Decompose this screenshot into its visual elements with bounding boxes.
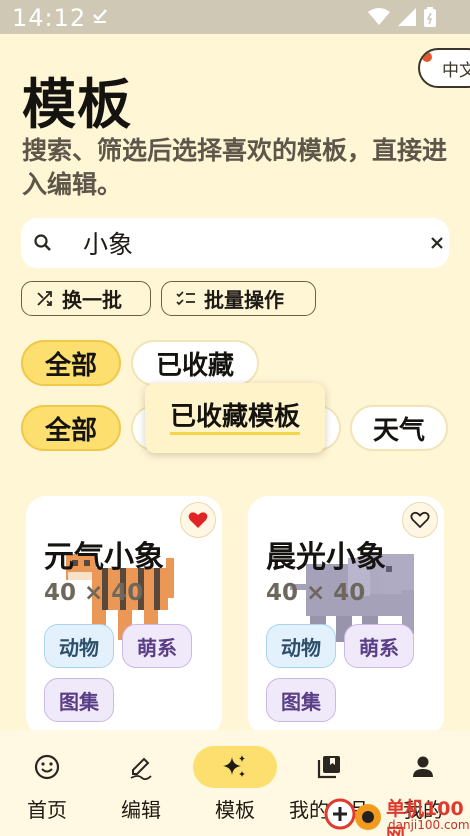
battery-icon — [424, 7, 436, 31]
tag-atlas[interactable]: 图集 — [44, 678, 114, 722]
nav-label: 我的 — [403, 798, 443, 822]
page-subtitle: 搜索、筛选后选择喜欢的模板，直接进入编辑。 — [22, 136, 448, 199]
nav-edit[interactable]: 编辑 — [94, 730, 188, 836]
search-input[interactable] — [83, 226, 403, 260]
tag-label: 动物 — [281, 635, 321, 660]
sparkle-icon — [193, 746, 277, 788]
tag-label: 动物 — [59, 635, 99, 660]
shuffle-icon — [36, 290, 54, 308]
chip-label: 天气 — [372, 415, 425, 446]
chip-label: 已收藏 — [155, 350, 234, 381]
template-card[interactable]: 元气小象 40 × 40 动物 萌系 图集 — [26, 496, 222, 736]
tag-animal[interactable]: 动物 — [44, 624, 114, 668]
tag-cute[interactable]: 萌系 — [344, 624, 414, 668]
status-time: 14:12 — [12, 4, 87, 32]
nav-templates[interactable]: 模板 — [188, 730, 282, 836]
filter-favorited[interactable]: 已收藏 — [131, 340, 259, 386]
status-icons — [368, 7, 436, 31]
favorite-button[interactable] — [402, 502, 438, 538]
language-label: 中文 — [442, 60, 470, 81]
tag-label: 图集 — [281, 689, 321, 714]
search-icon — [33, 233, 53, 257]
filter-weather[interactable]: 天气 — [350, 405, 448, 451]
tag-label: 图集 — [59, 689, 99, 714]
batch-operation-label: 批量操作 — [204, 288, 284, 312]
nav-label: 模板 — [215, 798, 255, 822]
checklist-icon — [176, 290, 196, 308]
batch-operation-button[interactable]: 批量操作 — [161, 281, 316, 316]
clear-icon[interactable] — [427, 233, 447, 257]
card-size: 40 × 40 — [44, 580, 144, 606]
card-title: 元气小象 — [44, 540, 164, 575]
filter-all-categories[interactable]: 全部 — [21, 405, 121, 451]
smile-icon — [5, 746, 89, 788]
person-icon — [381, 746, 465, 788]
nav-label: 我的作品 — [289, 798, 369, 822]
favorite-button[interactable] — [180, 502, 216, 538]
heart-filled-icon — [188, 512, 208, 528]
template-card[interactable]: 晨光小象 40 × 40 动物 萌系 图集 — [248, 496, 444, 736]
notification-dot — [422, 52, 432, 62]
wifi-icon — [368, 8, 390, 30]
nav-label: 编辑 — [121, 798, 161, 822]
filter-all-favorites[interactable]: 全部 — [21, 340, 121, 386]
nav-label: 首页 — [27, 798, 67, 822]
search-box[interactable] — [21, 218, 449, 268]
edit-pen-icon — [99, 746, 183, 788]
tag-atlas[interactable]: 图集 — [266, 678, 336, 722]
shuffle-label: 换一批 — [62, 288, 122, 312]
tag-label: 萌系 — [359, 635, 399, 660]
page-title: 模板 — [22, 73, 132, 136]
tooltip: 已收藏模板 — [145, 383, 325, 453]
chip-label: 全部 — [44, 350, 97, 381]
chip-label: 全部 — [44, 415, 97, 446]
tag-cute[interactable]: 萌系 — [122, 624, 192, 668]
tooltip-text: 已收藏模板 — [169, 402, 300, 435]
bottom-navigation: 首页 编辑 模板 我的作品 我的 — [0, 730, 470, 836]
status-bar: 14:12 — [0, 0, 470, 34]
card-title: 晨光小象 — [266, 540, 386, 575]
nav-profile[interactable]: 我的 — [376, 730, 470, 836]
download-done-icon — [92, 7, 108, 27]
tag-animal[interactable]: 动物 — [266, 624, 336, 668]
cellular-icon — [398, 8, 416, 30]
library-icon — [287, 746, 371, 788]
nav-home[interactable]: 首页 — [0, 730, 94, 836]
heart-outline-icon — [410, 511, 430, 529]
tag-label: 萌系 — [137, 635, 177, 660]
language-toggle[interactable]: 中文 — [418, 48, 470, 88]
shuffle-button[interactable]: 换一批 — [21, 281, 151, 316]
nav-my-works[interactable]: 我的作品 — [282, 730, 376, 836]
card-size: 40 × 40 — [266, 580, 366, 606]
